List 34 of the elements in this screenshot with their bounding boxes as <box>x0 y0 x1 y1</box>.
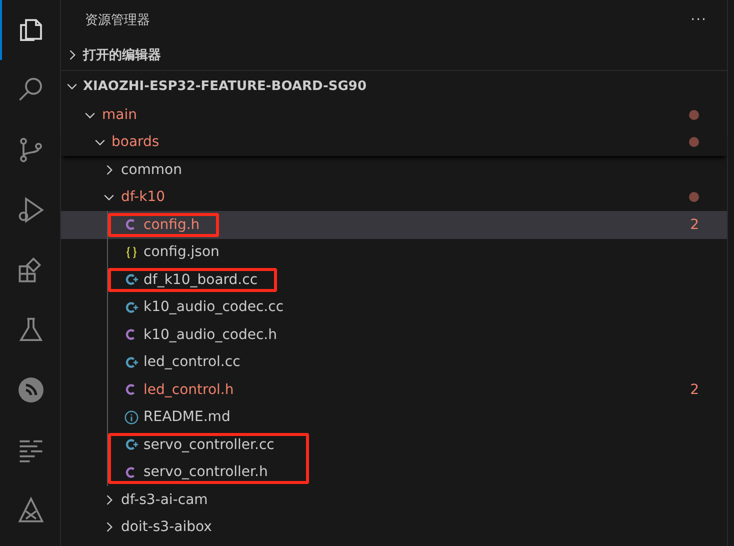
section-header[interactable]: XIAOZHI-ESP32-FEATURE-BOARD-SG90 <box>61 70 727 101</box>
folder-row[interactable]: df-k10 <box>61 184 727 211</box>
cpp-file-icon <box>124 300 138 315</box>
file-row[interactable]: config.json <box>61 238 727 266</box>
modified-dot <box>689 137 699 148</box>
triangle-icon <box>16 495 46 525</box>
modified-dot <box>689 192 699 202</box>
file-row[interactable]: led_control.h 2 <box>61 376 727 404</box>
file-row[interactable]: README.md <box>61 404 727 431</box>
section-header[interactable]: 打开的编辑器 <box>61 40 727 70</box>
file-row[interactable]: config.h 2 <box>61 211 727 238</box>
panel-title: 资源管理器 <box>85 12 150 29</box>
file-row[interactable]: servo_controller.h <box>61 458 727 486</box>
braces-icon <box>124 244 138 260</box>
folder-row[interactable]: main <box>61 101 727 128</box>
folder-row[interactable]: doit-s3-aibox <box>61 514 727 541</box>
folder-row[interactable]: common <box>61 156 727 184</box>
info-icon <box>124 410 138 425</box>
file-row[interactable]: led_control.cc <box>61 348 727 376</box>
file-row[interactable]: servo_controller.cc <box>61 431 727 458</box>
modified-dot <box>689 110 699 120</box>
cpp-file-icon <box>124 354 138 370</box>
cpp-file-icon <box>124 437 138 452</box>
file-row[interactable]: k10_audio_codec.h <box>61 321 727 348</box>
signal-icon <box>16 375 46 405</box>
file-row[interactable]: df_k10_board.cc <box>61 266 727 294</box>
more-actions-button[interactable]: ··· <box>690 12 707 28</box>
folder-row[interactable]: df-s3-ai-cam <box>61 486 727 514</box>
file-row[interactable]: k10_audio_codec.cc <box>61 294 727 321</box>
play-bug-icon <box>16 195 46 225</box>
problem-count: 2 <box>690 382 699 398</box>
cpp-file-icon <box>124 272 138 288</box>
problem-count: 2 <box>690 216 699 233</box>
folder-row[interactable]: boards <box>61 128 727 156</box>
